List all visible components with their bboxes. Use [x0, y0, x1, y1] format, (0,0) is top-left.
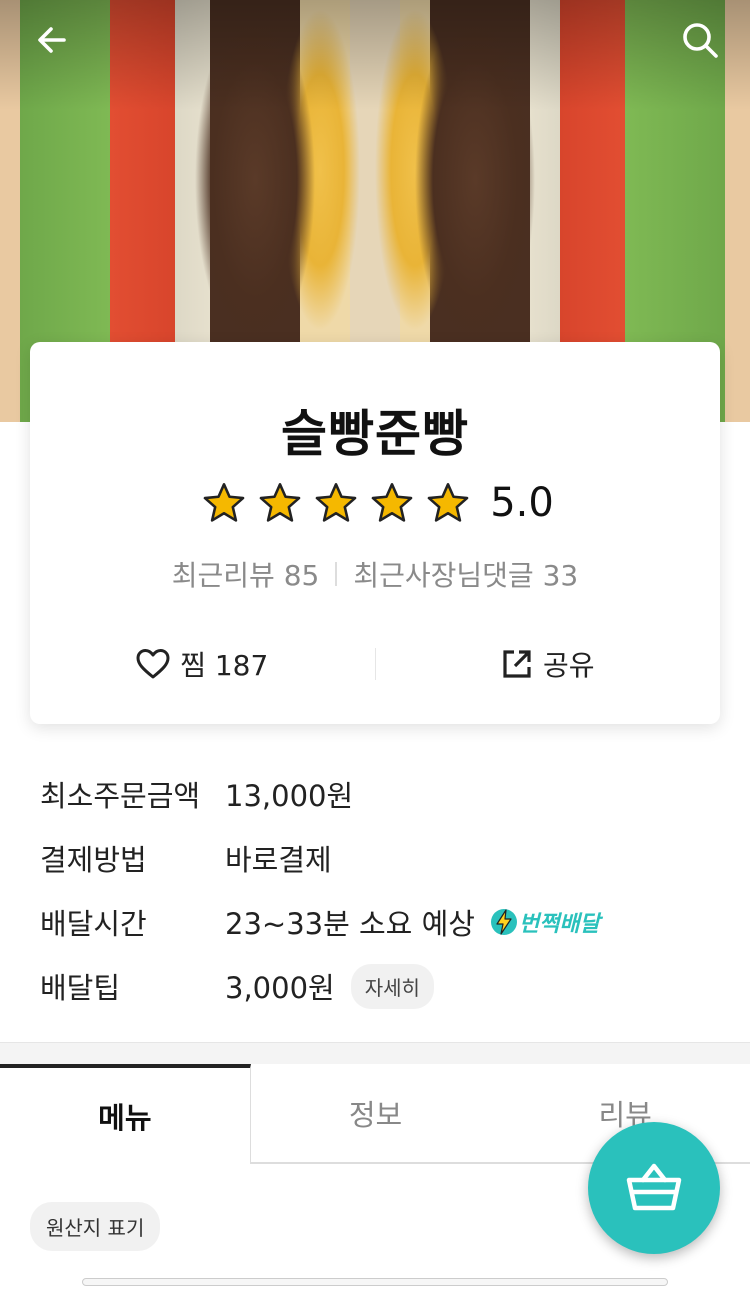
search-button[interactable]: [676, 16, 724, 64]
info-value: 23~33분 소요 예상 번쩍배달: [225, 901, 600, 943]
info-label: 배달시간: [40, 907, 147, 941]
info-label: 최소주문금액: [40, 779, 201, 813]
review-counts: 최근리뷰 85 최근사장님댓글 33: [30, 554, 720, 594]
delivery-time-value: 23~33분 소요 예상: [225, 907, 475, 941]
star-icon: [203, 483, 245, 522]
info-label: 결제방법: [40, 843, 147, 877]
star-icon: [315, 483, 357, 522]
origin-label-chip[interactable]: 원산지 표기: [30, 1202, 161, 1251]
rating-row: 5.0: [30, 480, 720, 526]
share-button[interactable]: 공유: [376, 634, 721, 694]
info-label: 배달팁: [40, 971, 121, 1005]
like-count: 찜 187: [180, 649, 269, 682]
delivery-tip-detail-button[interactable]: 자세히: [350, 963, 434, 1009]
share-icon: [503, 650, 531, 678]
info-row-min-order: 최소주문금액 13,000원: [40, 762, 720, 826]
basket-icon: [626, 1163, 682, 1211]
shop-info-list: 최소주문금액 13,000원 결제방법 바로결제 배달시간 23~33분 소요 …: [40, 762, 720, 1018]
star-icon: [371, 483, 413, 522]
info-row-payment: 결제방법 바로결제: [40, 826, 720, 890]
tab-info[interactable]: 정보: [250, 1064, 501, 1164]
flash-delivery-badge: 번쩍배달: [489, 906, 600, 938]
back-button[interactable]: [28, 16, 76, 64]
recent-reviews-link[interactable]: 최근리뷰 85: [172, 554, 320, 594]
rating-value: 5.0: [490, 480, 554, 526]
info-value: 13,000원: [225, 779, 354, 813]
review-divider: [335, 562, 338, 586]
like-button[interactable]: 찜 187: [30, 634, 375, 694]
share-label: 공유: [542, 649, 595, 682]
shop-summary-card: 슬빵준빵 5.0 최근리뷰 85 최근사장님댓글 33 찜 187 공유: [30, 342, 720, 724]
info-row-delivery-tip: 배달팁 3,000원 자세히: [40, 954, 720, 1018]
delivery-tip-value: 3,000원: [225, 971, 335, 1005]
star-icon: [259, 483, 301, 522]
info-row-delivery-time: 배달시간 23~33분 소요 예상 번쩍배달: [40, 890, 720, 954]
heart-icon: [136, 649, 170, 679]
shop-name: 슬빵준빵: [281, 405, 469, 463]
menu-scroll-indicator: [82, 1278, 668, 1286]
arrow-left-icon: [38, 27, 66, 53]
card-actions: 찜 187 공유: [30, 634, 720, 694]
star-icon: [427, 483, 469, 522]
search-icon: [683, 23, 718, 58]
hero-shade: [0, 0, 750, 110]
section-divider: [0, 1042, 750, 1064]
tab-menu[interactable]: 메뉴: [0, 1064, 251, 1164]
cart-button[interactable]: [588, 1122, 720, 1254]
owner-replies-link[interactable]: 최근사장님댓글 33: [353, 554, 578, 594]
info-value: 바로결제: [225, 843, 332, 877]
info-value: 3,000원 자세히: [225, 963, 434, 1009]
lightning-icon: [490, 909, 517, 935]
flash-delivery-label: 번쩍배달: [518, 912, 600, 937]
